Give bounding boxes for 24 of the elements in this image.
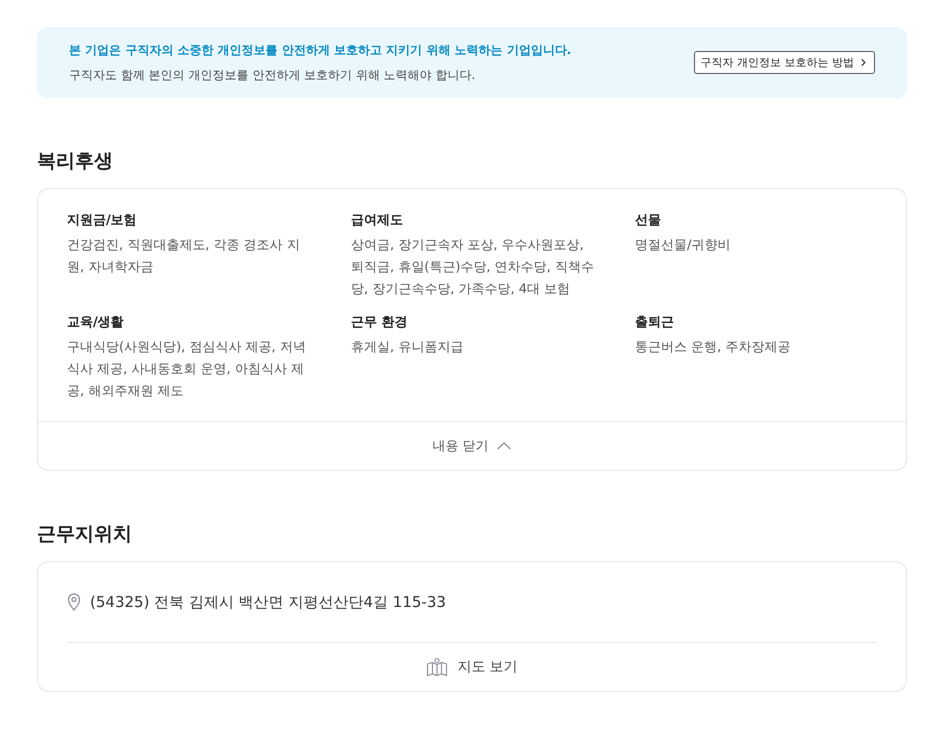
benefit-list: 상여금, 장기근속자 포상, 우수사원포상, 퇴직금, 휴일(특근)수당, 연차수당, 직책수당, 장기근속수당, 가족수당, 4대 보험 xyxy=(351,235,596,301)
benefit-list: 휴게실, 유니폼지급 xyxy=(351,337,596,359)
map-icon xyxy=(426,657,448,677)
benefit-list: 건강검진, 직원대출제도, 각종 경조사 지원, 자녀학자금 xyxy=(67,235,312,279)
benefit-category: 출퇴근 xyxy=(635,314,675,331)
notice-text: 구직자도 함께 본인의 개인정보를 안전하게 보호하기 위해 노력해야 합니다. xyxy=(69,66,476,84)
chevron-right-icon xyxy=(859,58,868,67)
benefit-category: 선물 xyxy=(635,212,662,229)
benefit-category: 근무 환경 xyxy=(351,314,409,331)
section-title: 근무지위치 xyxy=(37,522,133,547)
address-text: (54325) 전북 김제시 백산면 지평선산단4길 115-33 xyxy=(90,592,446,612)
privacy-guide-button[interactable]: 구직자 개인정보 보호하는 방법 xyxy=(694,51,875,74)
benefit-list: 명절선물/귀향비 xyxy=(635,235,880,257)
section-title: 복리후생 xyxy=(37,149,114,174)
benefit-category: 지원금/보험 xyxy=(67,212,138,229)
benefit-category: 급여제도 xyxy=(351,212,404,229)
benefit-list: 통근버스 운행, 주차장제공 xyxy=(635,337,880,359)
chevron-up-icon xyxy=(496,441,512,451)
benefit-category: 교육/생활 xyxy=(67,314,125,331)
notice-headline: 본 기업은 구직자의 소중한 개인정보를 안전하게 보호하고 지키기 위해 노력하는 기업입니다. xyxy=(69,42,572,58)
location-pin-icon xyxy=(67,593,81,611)
collapse-button[interactable]: 내용 닫기 xyxy=(38,422,906,470)
benefit-list: 구내식당(사원식당), 점심식사 제공, 저녁식사 제공, 사내동호회 운영, 아침식사 제공, 해외주재원 제도 xyxy=(67,337,312,403)
view-map-button[interactable]: 지도 보기 xyxy=(67,643,877,691)
